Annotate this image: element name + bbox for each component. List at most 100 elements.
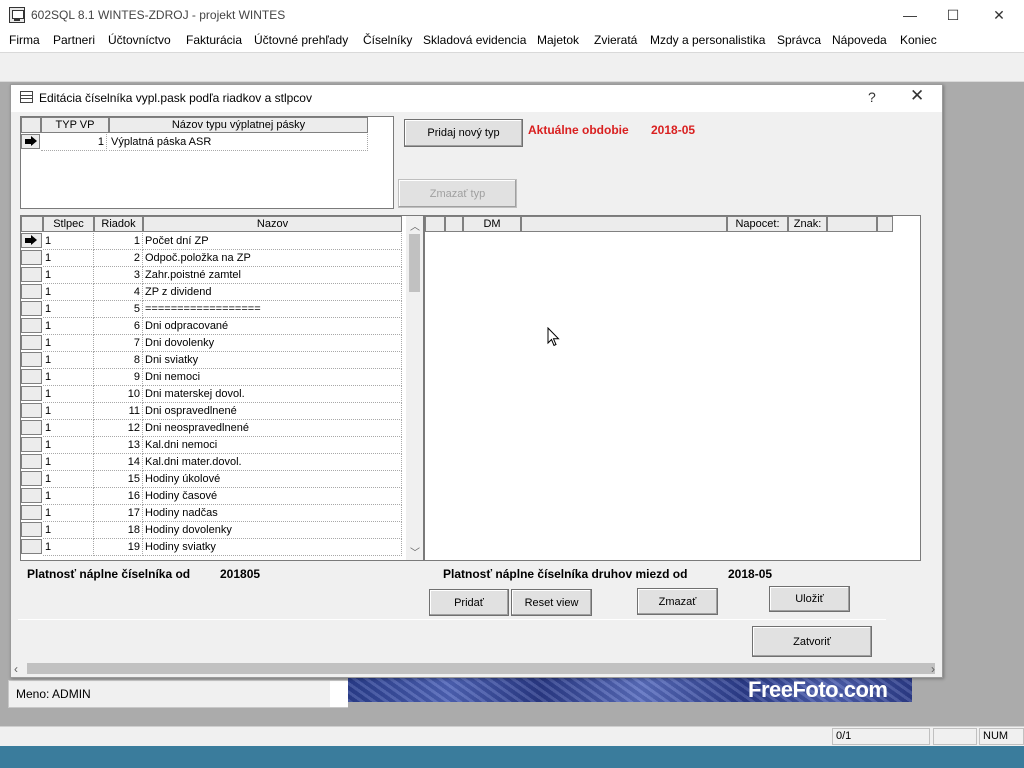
rows-cell-riadok[interactable]: 15 [94, 471, 143, 488]
rows-cell-riadok[interactable]: 12 [94, 420, 143, 437]
minimize-button[interactable]: — [887, 0, 933, 30]
rows-cell-stlpec[interactable]: 1 [43, 233, 94, 250]
rows-cell-riadok[interactable]: 11 [94, 403, 143, 420]
rows-cell-riadok[interactable]: 17 [94, 505, 143, 522]
row-selector[interactable] [21, 386, 42, 401]
menu-mzdy[interactable]: Mzdy a personalistika [650, 33, 765, 47]
row-selector[interactable] [21, 522, 42, 537]
rows-cell-stlpec[interactable]: 1 [43, 437, 94, 454]
rows-cell-riadok[interactable]: 3 [94, 267, 143, 284]
rows-cell-riadok[interactable]: 10 [94, 386, 143, 403]
rows-cell-riadok[interactable]: 18 [94, 522, 143, 539]
row-selector[interactable] [21, 284, 42, 299]
rows-cell-nazov[interactable]: Dni sviatky [143, 352, 402, 369]
login-field[interactable] [330, 681, 348, 707]
types-cell-typ[interactable]: 1 [41, 134, 107, 151]
row-selector[interactable] [21, 420, 42, 435]
rows-cell-stlpec[interactable]: 1 [43, 301, 94, 318]
rows-cell-stlpec[interactable]: 1 [43, 488, 94, 505]
rows-cell-nazov[interactable]: Dni nemoci [143, 369, 402, 386]
rows-cell-stlpec[interactable]: 1 [43, 267, 94, 284]
row-selector[interactable] [21, 352, 42, 367]
row-selector[interactable] [21, 437, 42, 452]
rows-cell-stlpec[interactable]: 1 [43, 539, 94, 556]
types-header-typ[interactable]: TYP VP [41, 117, 109, 133]
rows-header-riadok[interactable]: Riadok [94, 216, 143, 232]
rows-cell-nazov[interactable]: Hodiny sviatky [143, 539, 402, 556]
hscroll-thumb[interactable] [27, 663, 935, 674]
row-selector[interactable] [21, 369, 42, 384]
rows-cell-nazov[interactable]: Počet dní ZP [143, 233, 402, 250]
items-header-dm[interactable]: DM [463, 216, 521, 232]
items-header-napocet[interactable]: Napocet: [727, 216, 788, 232]
rows-cell-stlpec[interactable]: 1 [43, 471, 94, 488]
row-selector[interactable] [21, 454, 42, 469]
rows-header-stlpec[interactable]: Stlpec [43, 216, 94, 232]
rows-cell-riadok[interactable]: 1 [94, 233, 143, 250]
menu-ciselniky[interactable]: Číselníky [363, 33, 412, 47]
row-selector[interactable] [21, 539, 42, 554]
scroll-up-icon[interactable]: ︿ [410, 218, 420, 233]
scroll-left-icon[interactable]: ‹ [14, 662, 18, 676]
menu-koniec[interactable]: Koniec [900, 33, 937, 47]
types-cell-nazov[interactable]: Výplatná páska ASR [109, 134, 368, 151]
menu-uctovnictvo[interactable]: Účtovníctvo [108, 33, 171, 47]
menu-majetok[interactable]: Majetok [537, 33, 579, 47]
rows-cell-riadok[interactable]: 7 [94, 335, 143, 352]
rows-cell-stlpec[interactable]: 1 [43, 454, 94, 471]
row-selector[interactable] [21, 250, 42, 265]
scroll-down-icon[interactable]: ﹀ [410, 544, 420, 559]
close-button[interactable]: ✕ [976, 0, 1022, 30]
dialog-hscrollbar[interactable]: ‹ › [11, 660, 942, 677]
rows-cell-stlpec[interactable]: 1 [43, 522, 94, 539]
row-selector[interactable] [21, 471, 42, 486]
rows-cell-stlpec[interactable]: 1 [43, 335, 94, 352]
rows-cell-nazov[interactable]: Hodiny dovolenky [143, 522, 402, 539]
rows-cell-riadok[interactable]: 5 [94, 301, 143, 318]
menu-partneri[interactable]: Partneri [53, 33, 95, 47]
rows-cell-nazov[interactable]: Hodiny nadčas [143, 505, 402, 522]
menu-zvierata[interactable]: Zvieratá [594, 33, 637, 47]
delete-button[interactable]: Zmazať [637, 588, 718, 615]
add-button[interactable]: Pridať [429, 589, 509, 616]
rows-cell-nazov[interactable]: ZP z dividend [143, 284, 402, 301]
dialog-close-button[interactable]: ✕ [910, 86, 924, 106]
menu-uctovne-prehlady[interactable]: Účtovné prehľady [254, 33, 348, 47]
rows-cell-riadok[interactable]: 4 [94, 284, 143, 301]
delete-type-button[interactable]: Zmazať typ [398, 179, 517, 208]
rows-cell-riadok[interactable]: 19 [94, 539, 143, 556]
rows-cell-nazov[interactable]: Dni odpracované [143, 318, 402, 335]
rows-cell-nazov[interactable]: Dni neospravedlnené [143, 420, 402, 437]
menu-skladova-evidencia[interactable]: Skladová evidencia [423, 33, 526, 47]
save-button[interactable]: Uložiť [769, 586, 850, 612]
rows-cell-riadok[interactable]: 9 [94, 369, 143, 386]
dialog-help-button[interactable]: ? [868, 89, 876, 105]
row-selector[interactable] [21, 301, 42, 316]
rows-cell-stlpec[interactable]: 1 [43, 284, 94, 301]
rows-cell-nazov[interactable]: Kal.dni mater.dovol. [143, 454, 402, 471]
row-selector[interactable] [21, 267, 42, 282]
rows-cell-stlpec[interactable]: 1 [43, 369, 94, 386]
menu-napoveda[interactable]: Nápoveda [832, 33, 887, 47]
row-selector[interactable] [21, 403, 42, 418]
rows-cell-nazov[interactable]: Hodiny časové [143, 488, 402, 505]
rows-cell-riadok[interactable]: 8 [94, 352, 143, 369]
items-header-znak[interactable]: Znak: [788, 216, 827, 232]
rows-cell-riadok[interactable]: 16 [94, 488, 143, 505]
rows-cell-nazov[interactable]: ================== [143, 301, 402, 318]
rows-cell-stlpec[interactable]: 1 [43, 505, 94, 522]
close-dialog-button[interactable]: Zatvoriť [752, 626, 872, 657]
current-row-arrow-icon[interactable] [21, 233, 42, 248]
add-type-button[interactable]: Pridaj nový typ [404, 119, 523, 147]
rows-cell-stlpec[interactable]: 1 [43, 250, 94, 267]
items-header-0[interactable] [445, 216, 463, 232]
row-selector[interactable] [21, 335, 42, 350]
rows-cell-nazov[interactable]: Dni materskej dovol. [143, 386, 402, 403]
menu-fakturacia[interactable]: Fakturácia [186, 33, 242, 47]
row-selector[interactable] [21, 505, 42, 520]
rows-cell-nazov[interactable]: Kal.dni nemoci [143, 437, 402, 454]
rows-cell-stlpec[interactable]: 1 [43, 420, 94, 437]
maximize-button[interactable]: ☐ [930, 0, 976, 30]
rows-vscrollbar[interactable]: ︿ ﹀ [406, 216, 423, 560]
items-header-5[interactable] [827, 216, 877, 232]
